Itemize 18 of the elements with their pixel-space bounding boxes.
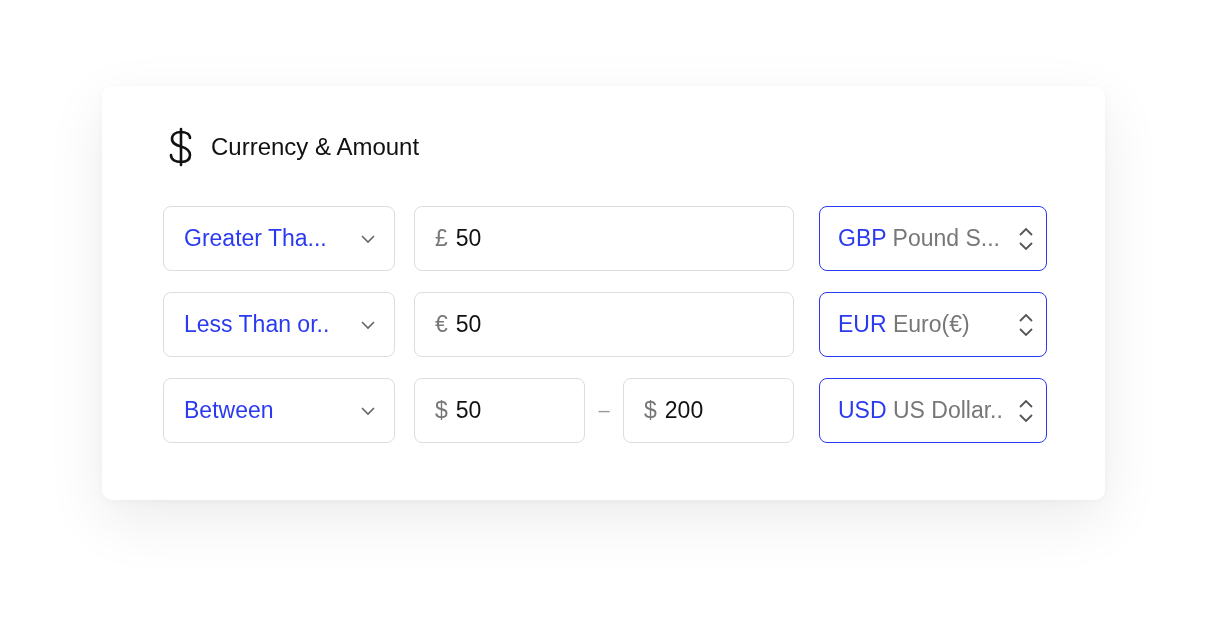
section-title: Currency & Amount xyxy=(211,133,420,161)
amount-field[interactable]: $ 200 xyxy=(623,378,794,443)
chevron-down-icon xyxy=(360,233,376,244)
up-down-chevron-icon xyxy=(1018,397,1034,424)
operator-dropdown[interactable]: Less Than or.. xyxy=(163,292,395,357)
amount-field[interactable]: € 50 xyxy=(414,292,794,357)
operator-dropdown[interactable]: Between xyxy=(163,378,395,443)
chevron-down-icon xyxy=(360,319,376,330)
range-separator: – xyxy=(597,399,611,422)
chevron-down-icon xyxy=(360,405,376,416)
up-down-chevron-icon xyxy=(1018,225,1034,252)
currency-dropdown[interactable]: GBP Pound S... xyxy=(819,206,1047,271)
currency-dropdown[interactable]: EUR Euro(€) xyxy=(819,292,1047,357)
operator-dropdown[interactable]: Greater Tha... xyxy=(163,206,395,271)
currency-dropdown[interactable]: USD US Dollar.. xyxy=(819,378,1047,443)
up-down-chevron-icon xyxy=(1018,311,1034,338)
amount-field[interactable]: £ 50 xyxy=(414,206,794,271)
amount-field[interactable]: $ 50 xyxy=(414,378,585,443)
